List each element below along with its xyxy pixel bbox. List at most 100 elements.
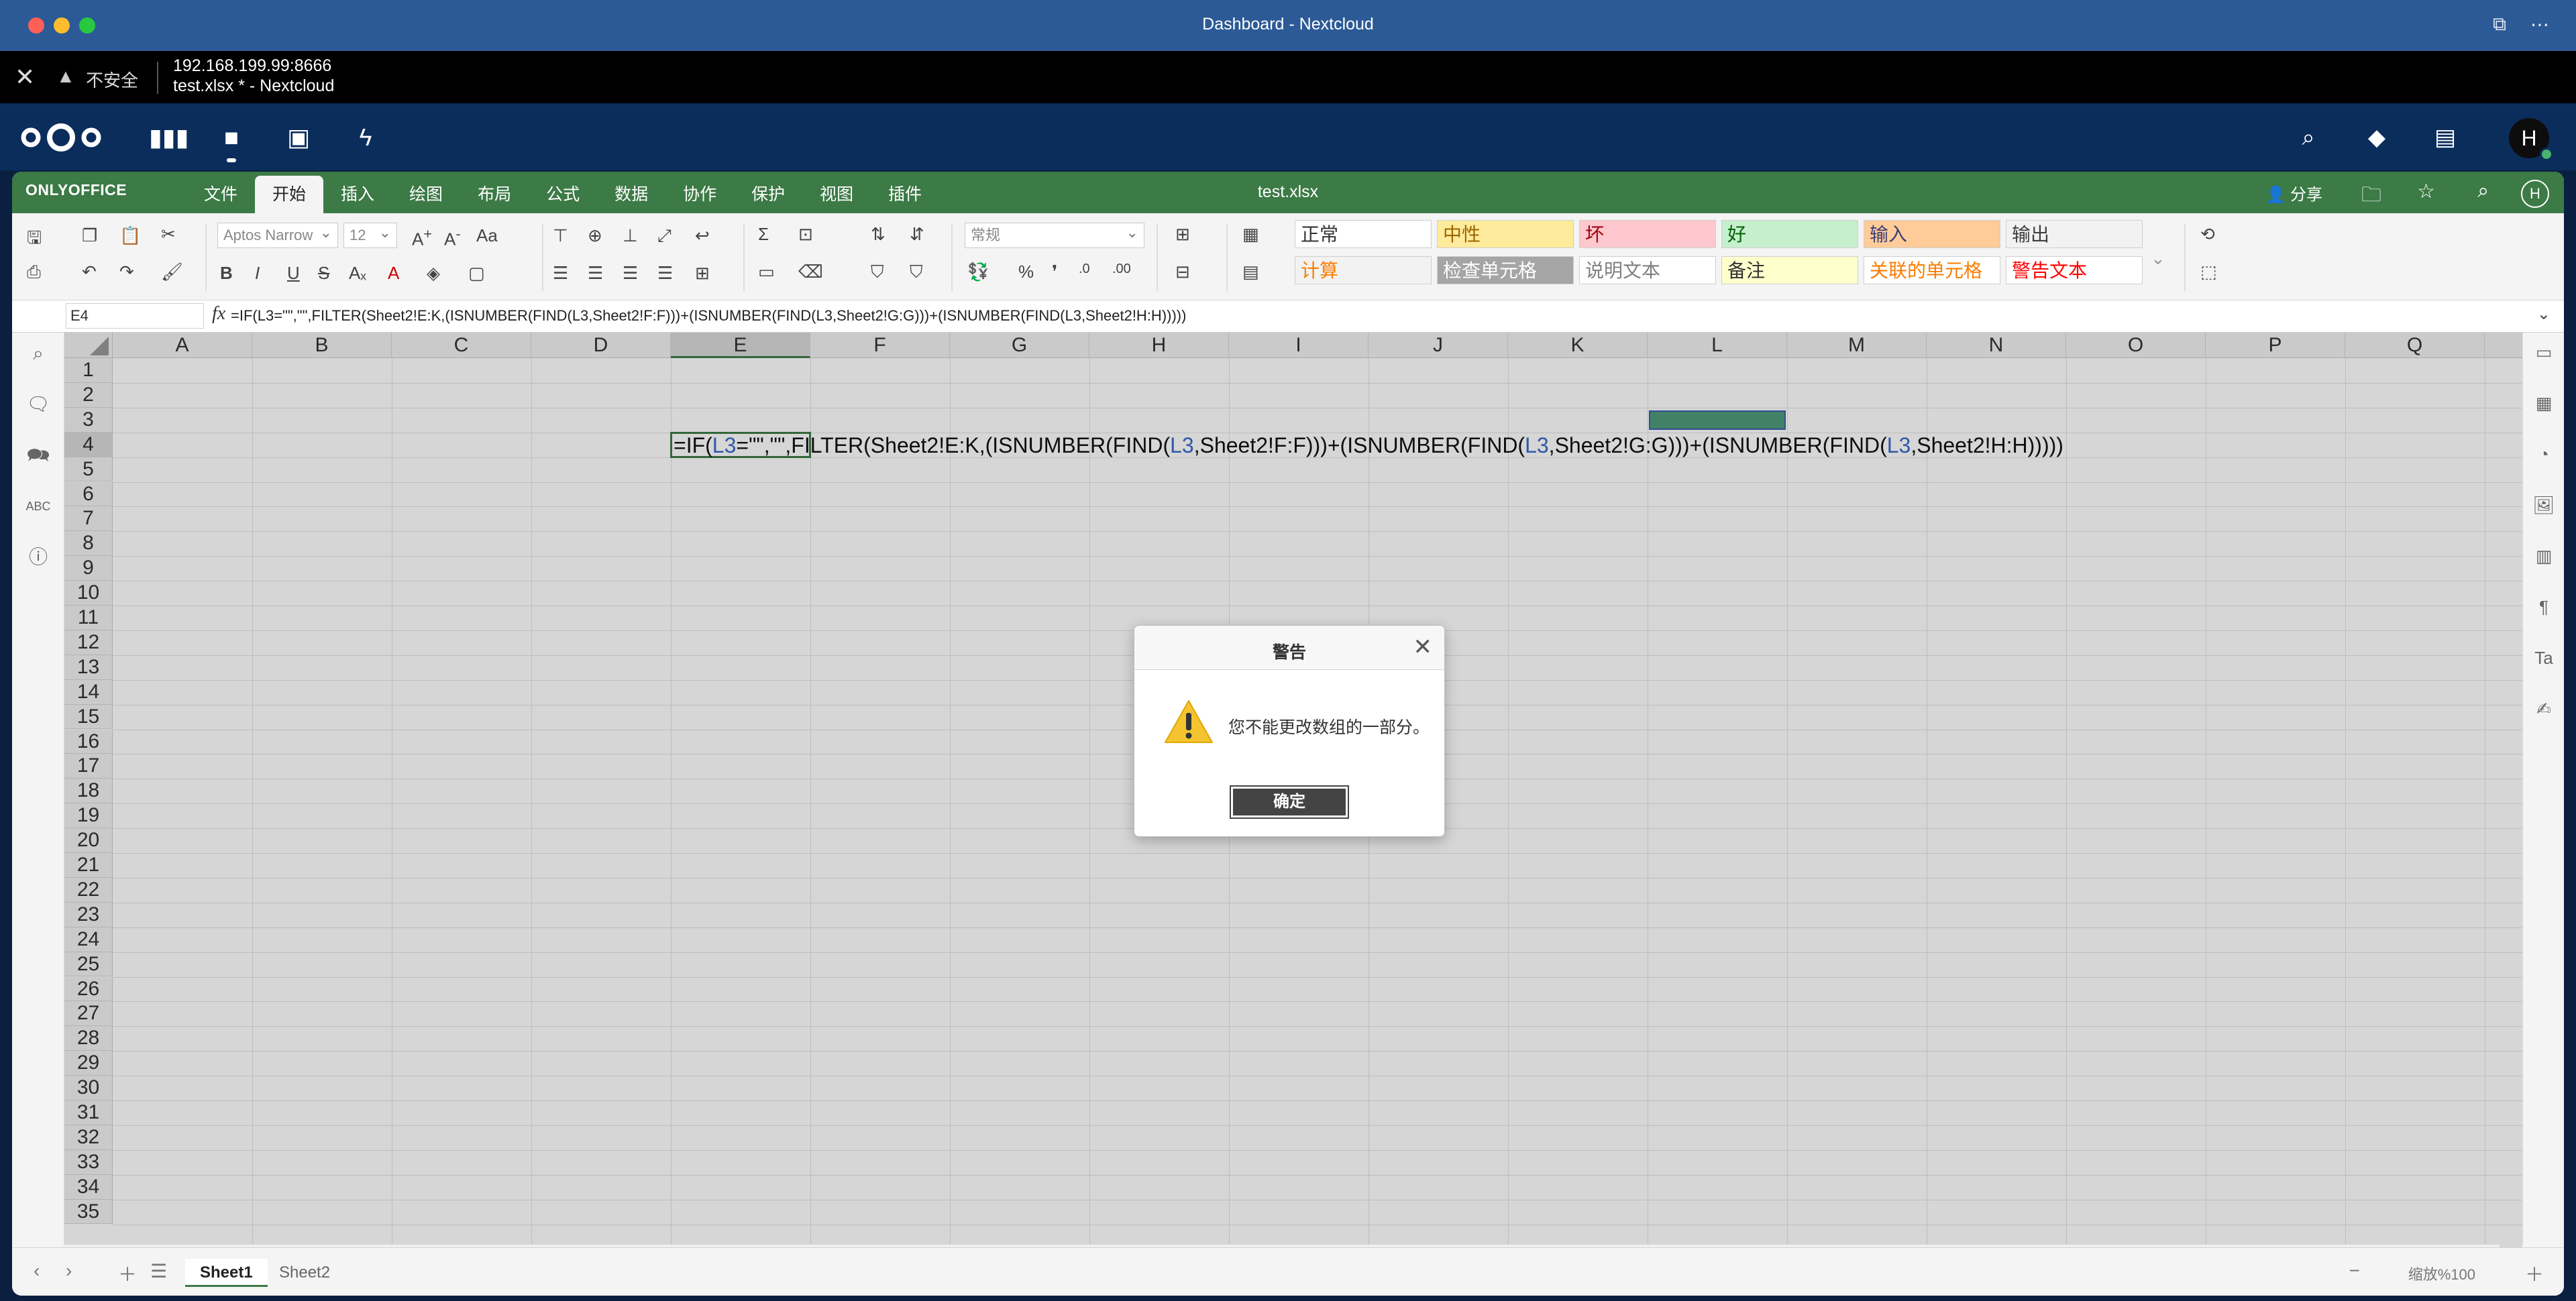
cell-style-12[interactable]: 警告文本 bbox=[2006, 256, 2143, 284]
insert-function-icon[interactable]: ⊡ bbox=[798, 224, 813, 245]
percent-format-icon[interactable]: % bbox=[1018, 262, 1034, 282]
image-settings-icon[interactable]: 🖼 bbox=[2531, 492, 2557, 518]
autosum-icon[interactable]: Σ bbox=[758, 224, 769, 245]
wrap-text-icon[interactable]: ↩ bbox=[695, 225, 710, 246]
subscript-icon[interactable]: Aₓ bbox=[349, 263, 366, 284]
cell-style-3[interactable]: 坏 bbox=[1579, 220, 1716, 248]
dashboard-app-icon[interactable]: ▮▮▮ bbox=[149, 122, 189, 153]
search-icon[interactable]: ⌕ bbox=[25, 341, 51, 366]
merge-cells-icon[interactable]: ⊞ bbox=[695, 263, 710, 284]
signature-icon[interactable]: ✍ bbox=[2531, 696, 2557, 722]
table-settings-icon[interactable]: ▦ bbox=[2531, 390, 2557, 416]
cell-style-5[interactable]: 输入 bbox=[1864, 220, 2000, 248]
cell-style-8[interactable]: 检查单元格 bbox=[1437, 256, 1574, 284]
align-top-icon[interactable]: ⊤ bbox=[553, 225, 568, 246]
cast-icon[interactable]: ⧉ bbox=[2493, 13, 2506, 36]
insecure-label[interactable]: 不安全 bbox=[86, 67, 138, 92]
text-orientation-icon[interactable]: ⤢ bbox=[657, 225, 672, 247]
chat-icon[interactable]: 🗪 bbox=[25, 443, 51, 468]
cell-style-11[interactable]: 关联的单元格 bbox=[1864, 256, 2000, 284]
paragraph-settings-icon[interactable]: ¶ bbox=[2531, 594, 2557, 620]
expand-formula-icon[interactable]: ⌄ bbox=[2537, 304, 2551, 324]
delete-cells-icon[interactable]: ⊟ bbox=[1175, 262, 1190, 282]
undo-icon[interactable]: ↶ bbox=[82, 262, 97, 282]
url-text[interactable]: 192.168.199.99:8666 bbox=[173, 56, 331, 76]
styles-more-icon[interactable]: ⌄ bbox=[2151, 248, 2165, 269]
close-icon[interactable]: ✕ bbox=[15, 63, 35, 91]
increase-decimal-icon[interactable]: .00 bbox=[1112, 262, 1131, 277]
select-icon[interactable]: ⬚ bbox=[2200, 262, 2217, 282]
print-icon[interactable]: ⎙ bbox=[27, 262, 41, 283]
text-art-icon[interactable]: Ta bbox=[2531, 645, 2557, 671]
comma-style-icon[interactable]: ❜ bbox=[1052, 262, 1057, 282]
close-icon[interactable]: ✕ bbox=[1413, 634, 1433, 661]
cell-style-4[interactable]: 好 bbox=[1721, 220, 1858, 248]
formula-input[interactable]: =IF(L3="","",FILTER(Sheet2!E:K,(ISNUMBER… bbox=[231, 307, 1186, 325]
user-avatar[interactable]: H bbox=[2521, 180, 2549, 208]
conditional-formatting-icon[interactable]: ▦ bbox=[1242, 224, 1259, 245]
strikethrough-icon[interactable]: S bbox=[318, 263, 329, 284]
fill-color-icon[interactable]: ◈ bbox=[427, 263, 440, 284]
search-icon[interactable]: ⌕ bbox=[2477, 180, 2489, 203]
notifications-icon[interactable]: ◆ bbox=[2361, 122, 2392, 153]
justify-icon[interactable]: ☰ bbox=[657, 263, 673, 284]
insert-cells-icon[interactable]: ⊞ bbox=[1175, 224, 1190, 245]
font-color-icon[interactable]: A bbox=[388, 263, 399, 284]
next-sheet-icon[interactable]: › bbox=[66, 1260, 72, 1282]
files-app-icon[interactable]: ■ bbox=[216, 122, 247, 162]
bold-icon[interactable]: B bbox=[220, 263, 233, 284]
search-icon[interactable]: ⌕ bbox=[2293, 122, 2324, 153]
sheet-tab-sheet2[interactable]: Sheet2 bbox=[264, 1259, 345, 1287]
sheet-list-icon[interactable]: ☰ bbox=[150, 1260, 167, 1282]
copy-icon[interactable]: ❐ bbox=[82, 225, 97, 246]
open-location-icon[interactable]: 🗀 bbox=[2361, 180, 2381, 214]
cut-icon[interactable]: ✂ bbox=[161, 224, 176, 245]
redo-icon[interactable]: ↷ bbox=[119, 262, 134, 282]
named-ranges-icon[interactable]: ▭ bbox=[758, 262, 775, 282]
favorite-icon[interactable]: ☆ bbox=[2417, 180, 2435, 203]
photos-app-icon[interactable]: ▣ bbox=[283, 122, 314, 153]
align-middle-icon[interactable]: ⊕ bbox=[588, 225, 602, 246]
cell-style-10[interactable]: 备注 bbox=[1721, 256, 1858, 284]
underline-icon[interactable]: U bbox=[287, 263, 300, 284]
font-name-select[interactable]: Aptos Narrow bbox=[217, 221, 338, 248]
activity-app-icon[interactable]: ϟ bbox=[350, 122, 381, 153]
shape-settings-icon[interactable]: ◔ bbox=[2531, 441, 2557, 467]
change-case-icon[interactable]: Aa bbox=[476, 225, 498, 246]
save-icon[interactable]: 🖫 bbox=[27, 225, 42, 255]
align-right-icon[interactable]: ☰ bbox=[623, 263, 638, 284]
format-as-table-icon[interactable]: ▤ bbox=[1242, 262, 1259, 282]
about-icon[interactable]: ⓘ bbox=[25, 545, 51, 570]
sort-ascending-icon[interactable]: ⇅ bbox=[871, 224, 885, 245]
clear-icon[interactable]: ⌫ bbox=[798, 262, 823, 282]
accounting-format-icon[interactable]: 💱 bbox=[967, 262, 989, 282]
sort-descending-icon[interactable]: ⇵ bbox=[910, 224, 924, 245]
comments-icon[interactable]: 🗨 bbox=[25, 392, 51, 417]
spellcheck-icon[interactable]: ABC bbox=[25, 494, 51, 519]
decrease-font-icon[interactable]: A- bbox=[444, 225, 461, 250]
paste-icon[interactable]: 📋 bbox=[119, 225, 141, 246]
font-size-select[interactable]: 12 bbox=[343, 221, 397, 248]
cell-settings-icon[interactable]: ▭ bbox=[2531, 339, 2557, 365]
zoom-out-icon[interactable]: − bbox=[2349, 1260, 2360, 1282]
replace-icon[interactable]: ⟲ bbox=[2200, 224, 2215, 245]
filter-icon[interactable]: ⛉ bbox=[871, 262, 884, 283]
borders-icon[interactable]: ▢ bbox=[468, 263, 485, 284]
zoom-in-icon[interactable]: ＋ bbox=[2525, 1260, 2544, 1287]
align-left-icon[interactable]: ☰ bbox=[553, 263, 568, 284]
cell-style-1[interactable]: 正常 bbox=[1295, 220, 1432, 248]
contacts-icon[interactable]: ▤ bbox=[2430, 122, 2461, 153]
add-sheet-icon[interactable]: ＋ bbox=[118, 1260, 137, 1287]
align-bottom-icon[interactable]: ⊥ bbox=[623, 225, 638, 246]
format-painter-icon[interactable]: 🖌 bbox=[161, 262, 183, 282]
increase-font-icon[interactable]: A+ bbox=[412, 225, 432, 250]
more-icon[interactable]: ⋯ bbox=[2530, 13, 2549, 36]
insert-function-button[interactable]: fx bbox=[212, 303, 225, 325]
chart-settings-icon[interactable]: ▥ bbox=[2531, 543, 2557, 569]
cell-style-7[interactable]: 计算 bbox=[1295, 256, 1432, 284]
cell-style-2[interactable]: 中性 bbox=[1437, 220, 1574, 248]
number-format-select[interactable]: 常规 bbox=[965, 221, 1144, 248]
name-box[interactable]: E4 bbox=[66, 303, 204, 329]
cell-style-9[interactable]: 说明文本 bbox=[1579, 256, 1716, 284]
prev-sheet-icon[interactable]: ‹ bbox=[34, 1260, 40, 1282]
